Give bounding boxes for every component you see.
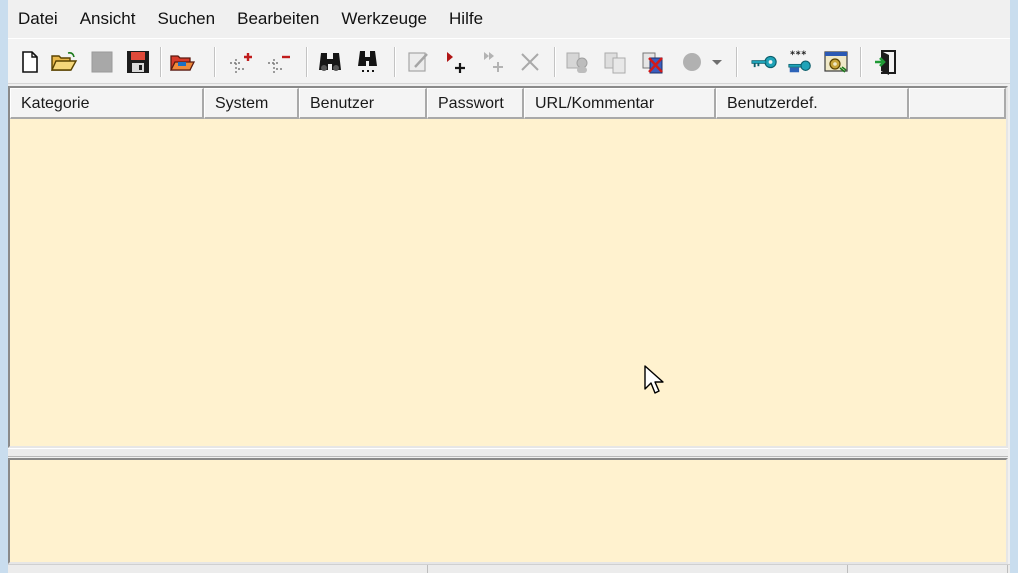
status-panel: [8, 565, 428, 573]
list-header: Kategorie System Benutzer Passwort URL/K…: [10, 88, 1006, 119]
open-url-dropdown[interactable]: [708, 48, 726, 76]
save-as-button[interactable]: [124, 48, 152, 76]
save-icon: [91, 51, 113, 73]
entries-list[interactable]: Kategorie System Benutzer Passwort URL/K…: [8, 86, 1008, 448]
open-recent-button[interactable]: [168, 48, 196, 76]
toolbar-separator: [160, 47, 162, 77]
menu-datei[interactable]: Datei: [8, 4, 69, 34]
add-multiple-entry-button[interactable]: [480, 48, 508, 76]
clear-clipboard-button[interactable]: [640, 48, 668, 76]
exit-button[interactable]: [872, 48, 900, 76]
save-as-icon: [127, 51, 149, 73]
open-folder-icon: [50, 52, 78, 71]
column-header-system[interactable]: System: [204, 88, 299, 119]
edit-entry-icon: [408, 52, 428, 72]
save-button[interactable]: [88, 48, 116, 76]
menu-werkzeuge[interactable]: Werkzeuge: [330, 4, 438, 34]
master-password-button[interactable]: [750, 48, 778, 76]
toolbar-separator: [554, 47, 556, 77]
column-header-passwort[interactable]: Passwort: [427, 88, 524, 119]
app-window: Datei Ansicht Suchen Bearbeiten Werkzeug…: [8, 0, 1010, 573]
find-button[interactable]: [316, 48, 344, 76]
menu-hilfe[interactable]: Hilfe: [438, 4, 494, 34]
password-generator-button[interactable]: ***: [786, 48, 814, 76]
options-icon: [824, 51, 848, 73]
open-url-button[interactable]: [678, 48, 706, 76]
toolbar-separator: [214, 47, 216, 77]
copy-user-button[interactable]: [564, 48, 592, 76]
mouse-cursor-icon: [644, 365, 664, 394]
list-body[interactable]: [10, 119, 1006, 446]
open-recent-icon: [169, 55, 196, 71]
remove-category-button[interactable]: [266, 48, 294, 76]
menu-ansicht[interactable]: Ansicht: [69, 4, 147, 34]
copy-user-icon: [566, 52, 588, 73]
toolbar-separator: [860, 47, 862, 77]
master-password-icon: [751, 55, 777, 69]
remove-category-icon: [268, 55, 290, 73]
add-entry-button[interactable]: [442, 48, 470, 76]
add-multiple-entry-icon: [484, 52, 503, 72]
clear-clipboard-icon: [642, 52, 663, 74]
detail-pane[interactable]: [8, 458, 1008, 564]
open-file-button[interactable]: [50, 48, 78, 76]
svg-text:***: ***: [790, 49, 807, 60]
menu-bar: Datei Ansicht Suchen Bearbeiten Werkzeug…: [8, 4, 1010, 34]
find-icon: [319, 53, 341, 71]
find-next-icon: [358, 51, 377, 72]
password-generator-icon: ***: [788, 49, 811, 73]
status-panel: [428, 565, 848, 573]
options-button[interactable]: [822, 48, 850, 76]
column-header-benutzer[interactable]: Benutzer: [299, 88, 427, 119]
status-bar: [8, 564, 1010, 573]
menu-bearbeiten[interactable]: Bearbeiten: [226, 4, 330, 34]
open-url-icon: [683, 53, 701, 71]
status-panel: [848, 565, 1008, 573]
toolbar-separator: [306, 47, 308, 77]
edit-entry-button[interactable]: [404, 48, 432, 76]
copy-password-icon: [604, 52, 626, 74]
delete-entry-button[interactable]: [516, 48, 544, 76]
new-document-button[interactable]: [16, 48, 44, 76]
column-header-benutzerdef[interactable]: Benutzerdef.: [716, 88, 909, 119]
delete-entry-icon: [521, 53, 539, 71]
add-entry-icon: [447, 52, 465, 73]
pane-splitter[interactable]: [8, 448, 1008, 457]
find-next-button[interactable]: [354, 48, 382, 76]
chevron-down-icon: [712, 60, 722, 65]
toolbar-separator: [394, 47, 396, 77]
column-header-extra[interactable]: [909, 88, 1006, 119]
column-header-kategorie[interactable]: Kategorie: [10, 88, 204, 119]
exit-icon: [875, 50, 896, 75]
add-category-icon: [230, 53, 252, 73]
toolbar-separator: [736, 47, 738, 77]
new-document-icon: [22, 51, 38, 73]
column-header-url-kommentar[interactable]: URL/Kommentar: [524, 88, 716, 119]
add-category-button[interactable]: [228, 48, 256, 76]
copy-password-button[interactable]: [602, 48, 630, 76]
toolbar: ***: [8, 38, 1010, 84]
menu-suchen[interactable]: Suchen: [146, 4, 226, 34]
